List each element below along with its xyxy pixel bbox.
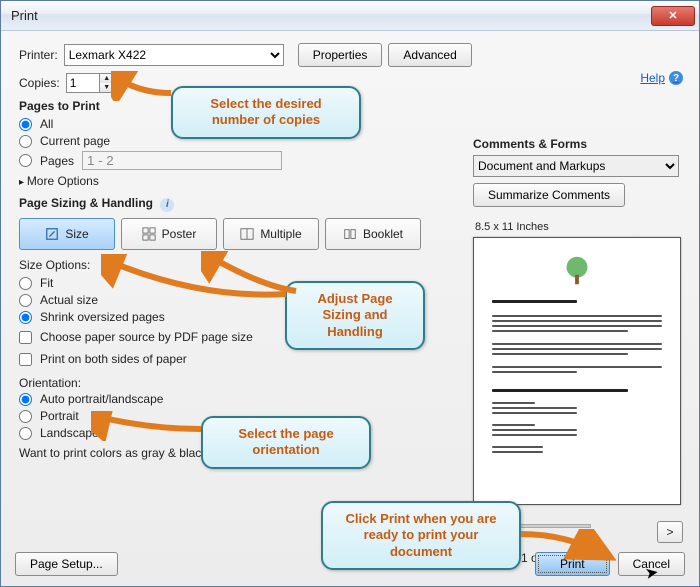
preview-next-button[interactable]: > bbox=[657, 521, 683, 543]
radio-actual[interactable] bbox=[19, 294, 32, 307]
radio-pages[interactable] bbox=[19, 154, 32, 167]
spin-up-icon[interactable]: ▲ bbox=[100, 74, 114, 83]
help-link[interactable]: Help ? bbox=[640, 71, 683, 85]
help-label: Help bbox=[640, 71, 665, 85]
summarize-button[interactable]: Summarize Comments bbox=[473, 183, 625, 207]
page-setup-button[interactable]: Page Setup... bbox=[15, 552, 118, 576]
radio-portrait-label: Portrait bbox=[40, 409, 79, 423]
booklet-icon bbox=[343, 227, 357, 241]
print-dialog: Print ✕ Help ? Printer: Lexmark X422 Pro… bbox=[0, 0, 700, 587]
info-icon[interactable]: i bbox=[160, 198, 174, 212]
tab-size[interactable]: Size bbox=[19, 218, 115, 250]
radio-shrink-label: Shrink oversized pages bbox=[40, 310, 165, 324]
print-preview bbox=[473, 237, 681, 505]
radio-auto-orient-label: Auto portrait/landscape bbox=[40, 392, 163, 406]
preview-image-icon bbox=[558, 252, 596, 290]
help-icon: ? bbox=[669, 71, 683, 85]
radio-pages-label: Pages bbox=[40, 154, 74, 168]
close-icon: ✕ bbox=[668, 9, 677, 22]
properties-button[interactable]: Properties bbox=[298, 43, 383, 67]
tab-multiple[interactable]: Multiple bbox=[223, 218, 319, 250]
tab-poster[interactable]: Poster bbox=[121, 218, 217, 250]
radio-all-label: All bbox=[40, 117, 53, 131]
radio-fit-label: Fit bbox=[40, 276, 53, 290]
advanced-button[interactable]: Advanced bbox=[388, 43, 471, 67]
radio-all[interactable] bbox=[19, 118, 32, 131]
copies-label: Copies: bbox=[19, 76, 60, 90]
titlebar: Print ✕ bbox=[1, 1, 699, 31]
radio-landscape[interactable] bbox=[19, 427, 32, 440]
radio-landscape-label: Landscape bbox=[40, 426, 99, 440]
copies-spinner[interactable]: ▲ ▼ bbox=[66, 73, 115, 93]
spin-down-icon[interactable]: ▼ bbox=[100, 83, 114, 92]
callout-copies: Select the desired number of copies bbox=[171, 86, 361, 139]
callout-print: Click Print when you are ready to print … bbox=[321, 501, 521, 570]
multiple-icon bbox=[240, 227, 254, 241]
check-both-sides[interactable] bbox=[19, 353, 32, 366]
copies-input[interactable] bbox=[66, 73, 100, 93]
close-button[interactable]: ✕ bbox=[651, 6, 695, 26]
radio-auto-orient[interactable] bbox=[19, 393, 32, 406]
size-icon bbox=[45, 227, 59, 241]
tab-booklet[interactable]: Booklet bbox=[325, 218, 421, 250]
printer-select[interactable]: Lexmark X422 bbox=[64, 44, 284, 66]
check-both-sides-label: Print on both sides of paper bbox=[40, 352, 187, 366]
radio-current[interactable] bbox=[19, 135, 32, 148]
printer-label: Printer: bbox=[19, 48, 58, 62]
radio-actual-label: Actual size bbox=[40, 293, 98, 307]
gray-question: Want to print colors as gray & black? bbox=[19, 446, 214, 460]
check-paper-source[interactable] bbox=[19, 331, 32, 344]
comments-heading: Comments & Forms bbox=[473, 137, 683, 151]
radio-fit[interactable] bbox=[19, 277, 32, 290]
radio-shrink[interactable] bbox=[19, 311, 32, 324]
callout-orientation: Select the page orientation bbox=[201, 416, 371, 469]
callout-sizing: Adjust Page Sizing and Handling bbox=[285, 281, 425, 350]
radio-portrait[interactable] bbox=[19, 410, 32, 423]
poster-icon bbox=[142, 227, 156, 241]
radio-current-label: Current page bbox=[40, 134, 110, 148]
check-paper-source-label: Choose paper source by PDF page size bbox=[40, 330, 253, 344]
window-title: Print bbox=[11, 8, 651, 23]
pages-range-input bbox=[82, 151, 282, 170]
preview-dimensions: 8.5 x 11 Inches bbox=[475, 221, 683, 233]
comments-select[interactable]: Document and Markups bbox=[473, 155, 679, 177]
print-button[interactable]: Print bbox=[535, 552, 610, 576]
